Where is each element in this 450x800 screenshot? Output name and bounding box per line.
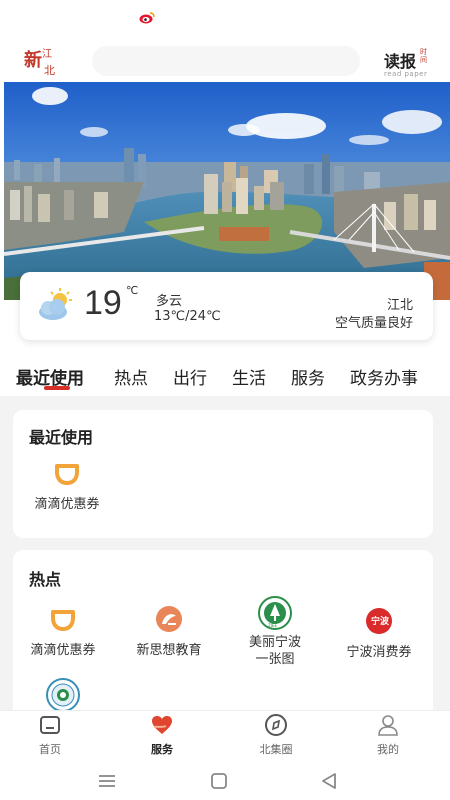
heart-hands-icon: [152, 716, 172, 734]
didi-icon: [51, 610, 75, 631]
recent-card: 最近使用 滴滴优惠券: [13, 410, 433, 538]
tab-government[interactable]: 政务办事: [350, 364, 418, 389]
bottom-nav: 首页 服务 北集圈 我的: [0, 710, 450, 762]
read-paper-side: 时间: [420, 48, 427, 64]
hot-title: 热点: [29, 570, 62, 589]
app-meili-ningbo[interactable]: ZJEE 美丽宁波一张图: [227, 596, 323, 668]
app-didi-coupon[interactable]: 滴滴优惠券: [15, 604, 111, 659]
didi-icon: [55, 464, 79, 485]
svg-text:ZJEE: ZJEE: [268, 623, 277, 628]
nav-beijiquan[interactable]: 北集圈: [240, 713, 312, 757]
app-label: 美丽宁波一张图: [248, 635, 301, 667]
nav-profile[interactable]: 我的: [352, 713, 424, 757]
weibo-icon: [139, 12, 155, 24]
services-content: 最近使用 滴滴优惠券 热点 滴滴优惠券 新思想教育 ZJEE 美丽宁波一张图 宁…: [0, 396, 450, 710]
temperature: 19: [84, 284, 122, 322]
home-icon: [40, 716, 60, 734]
tab-service[interactable]: 服务: [291, 364, 325, 389]
svg-text:宁波: 宁波: [371, 615, 390, 627]
nav-label: 我的: [377, 743, 399, 756]
app-government-service[interactable]: [15, 678, 111, 710]
air-quality: 空气质量良好: [334, 316, 413, 331]
app-label: 宁波消费券: [346, 645, 412, 660]
read-paper-button[interactable]: 读报 时间 read paper: [384, 46, 436, 80]
active-tab-indicator: [44, 386, 70, 390]
xin-jiangbei-logo[interactable]: 新 江 北: [22, 44, 62, 80]
app-didi-coupon-recent[interactable]: 滴滴优惠券: [19, 458, 115, 513]
svg-text:江: 江: [42, 48, 52, 60]
system-nav-bar: [0, 762, 450, 800]
weather-condition: 多云: [156, 294, 183, 309]
read-paper-title: 读报: [384, 52, 417, 71]
weather-location: 江北: [386, 298, 413, 313]
temperature-unit: ℃: [126, 284, 139, 297]
nav-service[interactable]: 服务: [126, 713, 198, 757]
city-banner-image[interactable]: [4, 82, 450, 300]
app-xinsixiang[interactable]: 新思想教育: [121, 604, 217, 659]
nav-label: 首页: [39, 743, 61, 756]
partly-cloudy-icon: [39, 288, 72, 320]
ningbo-coupon-icon: 宁波: [366, 608, 392, 634]
profile-icon: [378, 715, 398, 736]
temperature-range: 13℃/24℃: [154, 309, 221, 324]
app-label: 新思想教育: [136, 643, 202, 658]
svg-text:新: 新: [24, 49, 42, 71]
category-tabs: 最近使用 热点 出行 生活 服务 政务办事: [0, 360, 450, 396]
government-seal-icon: [46, 678, 80, 710]
back-triangle-icon[interactable]: [316, 768, 342, 794]
search-bar[interactable]: [92, 46, 360, 76]
app-label: 滴滴优惠券: [34, 497, 100, 512]
hot-card: 热点 滴滴优惠券 新思想教育 ZJEE 美丽宁波一张图 宁波 宁波消费券: [13, 550, 433, 710]
read-paper-subtitle: read paper: [384, 70, 428, 78]
status-bar: [0, 0, 450, 36]
home-square-icon[interactable]: [206, 768, 232, 794]
city-river-aerial-photo: [4, 82, 450, 300]
app-ningbo-coupon[interactable]: 宁波 宁波消费券: [331, 606, 427, 661]
app-header: 新 江 北 读报 时间 read paper: [0, 40, 450, 84]
tab-life[interactable]: 生活: [232, 364, 266, 389]
tab-hot[interactable]: 热点: [114, 364, 148, 389]
nav-label: 北集圈: [259, 743, 293, 756]
recent-title: 最近使用: [29, 428, 94, 447]
nav-home[interactable]: 首页: [14, 713, 86, 757]
app-label: 滴滴优惠券: [30, 643, 96, 658]
weather-card[interactable]: 19 ℃ 多云 13℃/24℃ 江北 空气质量良好: [20, 272, 433, 340]
meili-ningbo-icon: ZJEE: [258, 596, 292, 630]
svg-text:北: 北: [44, 64, 55, 77]
menu-icon[interactable]: [94, 768, 120, 794]
xinsixiang-icon: [156, 606, 182, 632]
nav-label: 服务: [151, 743, 173, 756]
tab-travel[interactable]: 出行: [173, 364, 207, 389]
compass-icon: [265, 714, 287, 736]
